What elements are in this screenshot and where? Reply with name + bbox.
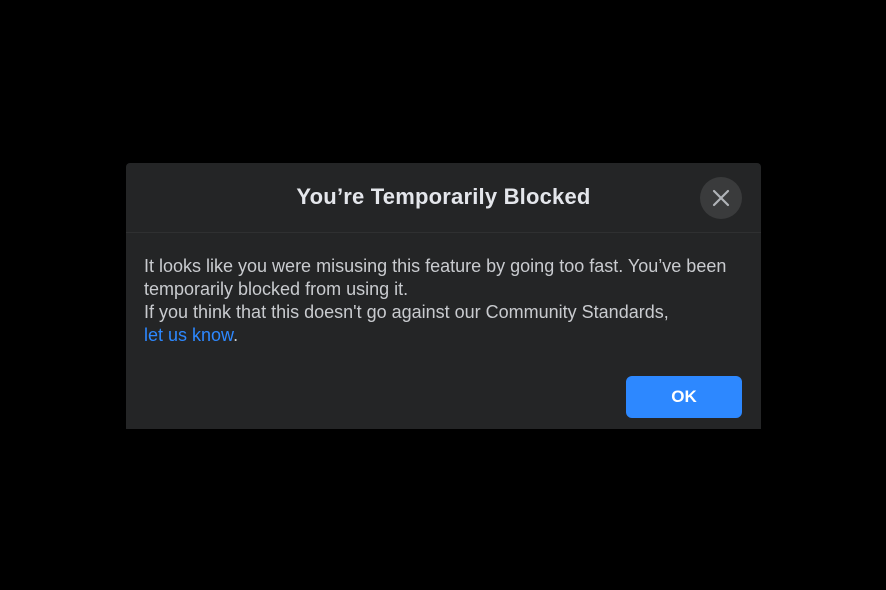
dialog-header: You’re Temporarily Blocked [126, 163, 761, 233]
message-line-1: It looks like you were misusing this fea… [144, 256, 727, 299]
ok-button[interactable]: OK [626, 376, 742, 418]
blocked-dialog: You’re Temporarily Blocked It looks like… [126, 163, 761, 429]
dialog-message: It looks like you were misusing this fea… [144, 255, 744, 347]
link-suffix: . [233, 325, 239, 345]
screen-background: You’re Temporarily Blocked It looks like… [0, 0, 886, 590]
message-line-2: If you think that this doesn't go agains… [144, 301, 744, 347]
dialog-title: You’re Temporarily Blocked [296, 184, 591, 209]
let-us-know-link[interactable]: let us know [144, 325, 233, 345]
close-button[interactable] [700, 177, 742, 219]
message-line-2-text: If you think that this doesn't go agains… [144, 302, 669, 322]
close-icon [711, 188, 731, 208]
